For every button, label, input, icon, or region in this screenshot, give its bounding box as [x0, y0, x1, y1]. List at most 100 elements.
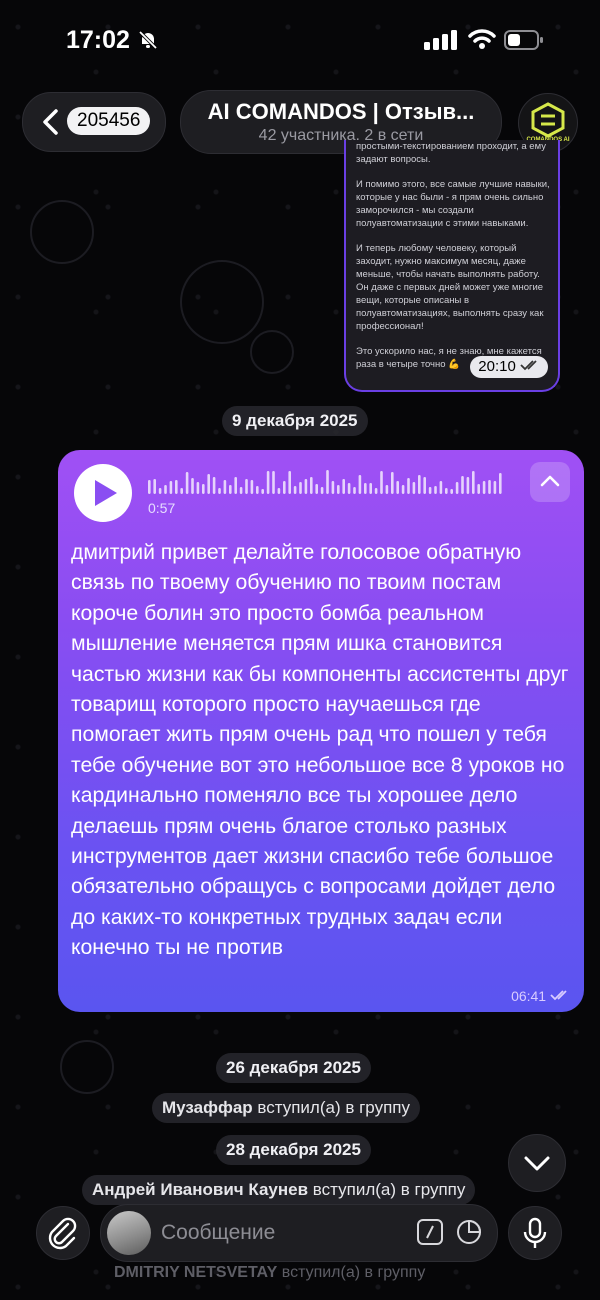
- double-check-icon: [520, 360, 537, 371]
- waveform-bar: [153, 479, 156, 494]
- play-icon: [95, 480, 117, 506]
- message-input[interactable]: Сообщение: [100, 1204, 498, 1262]
- waveform-bar: [175, 480, 178, 494]
- muted-bell-icon: [138, 30, 158, 50]
- sticker-icon[interactable]: [455, 1218, 483, 1246]
- waveform-bar: [164, 485, 167, 494]
- message-time: 06:41: [511, 988, 570, 1004]
- waveform-bar: [261, 489, 264, 494]
- chevron-up-icon: [540, 475, 560, 487]
- chat-title: AI COMANDOS | Отзыв...: [207, 99, 475, 124]
- wifi-icon: [468, 29, 496, 49]
- waveform-bar: [337, 485, 340, 494]
- send-as-avatar[interactable]: [107, 1211, 151, 1255]
- waveform-bar: [229, 485, 232, 494]
- waveform-bar: [239, 487, 243, 494]
- waveform-bar: [347, 483, 351, 494]
- waveform-bar: [304, 479, 308, 494]
- message-time: 20:10: [470, 356, 548, 378]
- waveform-bar: [245, 479, 248, 494]
- system-event: DMITRIY NETSVETAY вступил(а) в группу: [114, 1264, 426, 1281]
- waveform-bar: [207, 474, 210, 494]
- date-separator: 28 декабря 2025: [216, 1135, 371, 1165]
- chevron-left-icon: [43, 109, 58, 135]
- waveform-bar: [482, 481, 486, 494]
- waveform-bar: [374, 488, 378, 494]
- waveform-bar: [428, 487, 432, 494]
- waveform-bar: [185, 472, 189, 494]
- slash-command-icon[interactable]: [417, 1219, 443, 1245]
- waveform-bar: [293, 486, 297, 494]
- waveform-bar: [191, 478, 194, 494]
- waveform-bar: [472, 471, 475, 494]
- waveform-bar: [169, 481, 173, 494]
- waveform-bar: [283, 481, 286, 494]
- waveform-bar: [299, 482, 302, 494]
- waveform-bar: [158, 488, 162, 494]
- waveform-bar: [320, 487, 324, 494]
- waveform-bar: [218, 488, 221, 494]
- waveform-bar: [493, 481, 497, 494]
- microphone-button[interactable]: [508, 1206, 562, 1260]
- signal-icon: [424, 30, 457, 50]
- waveform-bar: [234, 477, 237, 494]
- waveform[interactable]: [148, 470, 518, 498]
- waveform-bar: [288, 471, 291, 494]
- waveform-bar: [412, 482, 416, 494]
- waveform-bar: [250, 480, 254, 494]
- waveform-bar: [310, 477, 313, 494]
- waveform-bar: [212, 477, 216, 494]
- waveform-bar: [196, 482, 200, 494]
- system-event: Музаффар вступил(а) в группу: [152, 1093, 420, 1123]
- message-placeholder: Сообщение: [161, 1221, 276, 1244]
- waveform-bar: [364, 483, 367, 494]
- waveform-bar: [445, 488, 448, 494]
- waveform-bar: [202, 484, 205, 494]
- battery-icon: [504, 30, 543, 50]
- back-button[interactable]: 205456: [22, 92, 166, 152]
- waveform-bar: [180, 488, 183, 494]
- waveform-bar: [266, 471, 270, 494]
- voice-transcript: дмитрий привет делайте голосовое обратну…: [71, 541, 569, 960]
- waveform-bar: [439, 481, 443, 494]
- system-event: Андрей Иванович Каунев вступил(а) в груп…: [82, 1175, 476, 1205]
- scroll-down-button[interactable]: [508, 1134, 566, 1192]
- waveform-bar: [380, 471, 383, 494]
- waveform-bar: [466, 477, 470, 494]
- voice-message-bubble[interactable]: 0:57 дмитрий привет делайте голосовое об…: [58, 450, 584, 1012]
- waveform-bar: [353, 487, 356, 494]
- waveform-bar: [455, 482, 459, 494]
- chevron-down-icon: [524, 1156, 550, 1171]
- voice-duration: 0:57: [148, 500, 176, 516]
- waveform-bar: [277, 488, 281, 494]
- waveform-bar: [418, 475, 421, 494]
- unread-count-badge: 205456: [67, 107, 151, 135]
- status-time: 17:02: [66, 26, 130, 54]
- waveform-bar: [450, 489, 453, 494]
- waveform-bar: [315, 484, 318, 494]
- date-separator: 26 декабря 2025: [216, 1053, 371, 1083]
- play-button[interactable]: [74, 464, 132, 522]
- waveform-bar: [326, 470, 329, 494]
- waveform-bar: [391, 472, 394, 494]
- paperclip-icon: [48, 1217, 77, 1250]
- waveform-bar: [477, 484, 480, 494]
- waveform-bar: [396, 481, 399, 494]
- waveform-bar: [342, 479, 345, 494]
- waveform-bar: [256, 486, 259, 494]
- attach-button[interactable]: [36, 1206, 90, 1260]
- waveform-bar: [423, 477, 426, 494]
- waveform-bar: [369, 483, 372, 494]
- date-separator: 9 декабря 2025: [222, 406, 368, 436]
- waveform-bar: [488, 480, 491, 494]
- previous-message-bubble[interactable]: простыми-текстированием проходит, а ему …: [344, 140, 560, 392]
- waveform-bar: [272, 471, 275, 494]
- collapse-transcript-button[interactable]: [530, 462, 570, 502]
- waveform-bar: [331, 481, 335, 494]
- waveform-bar: [385, 485, 389, 494]
- waveform-bar: [148, 480, 151, 494]
- waveform-bar: [461, 476, 464, 494]
- waveform-bar: [401, 485, 405, 494]
- double-check-icon: [550, 990, 567, 1001]
- waveform-bar: [407, 478, 410, 494]
